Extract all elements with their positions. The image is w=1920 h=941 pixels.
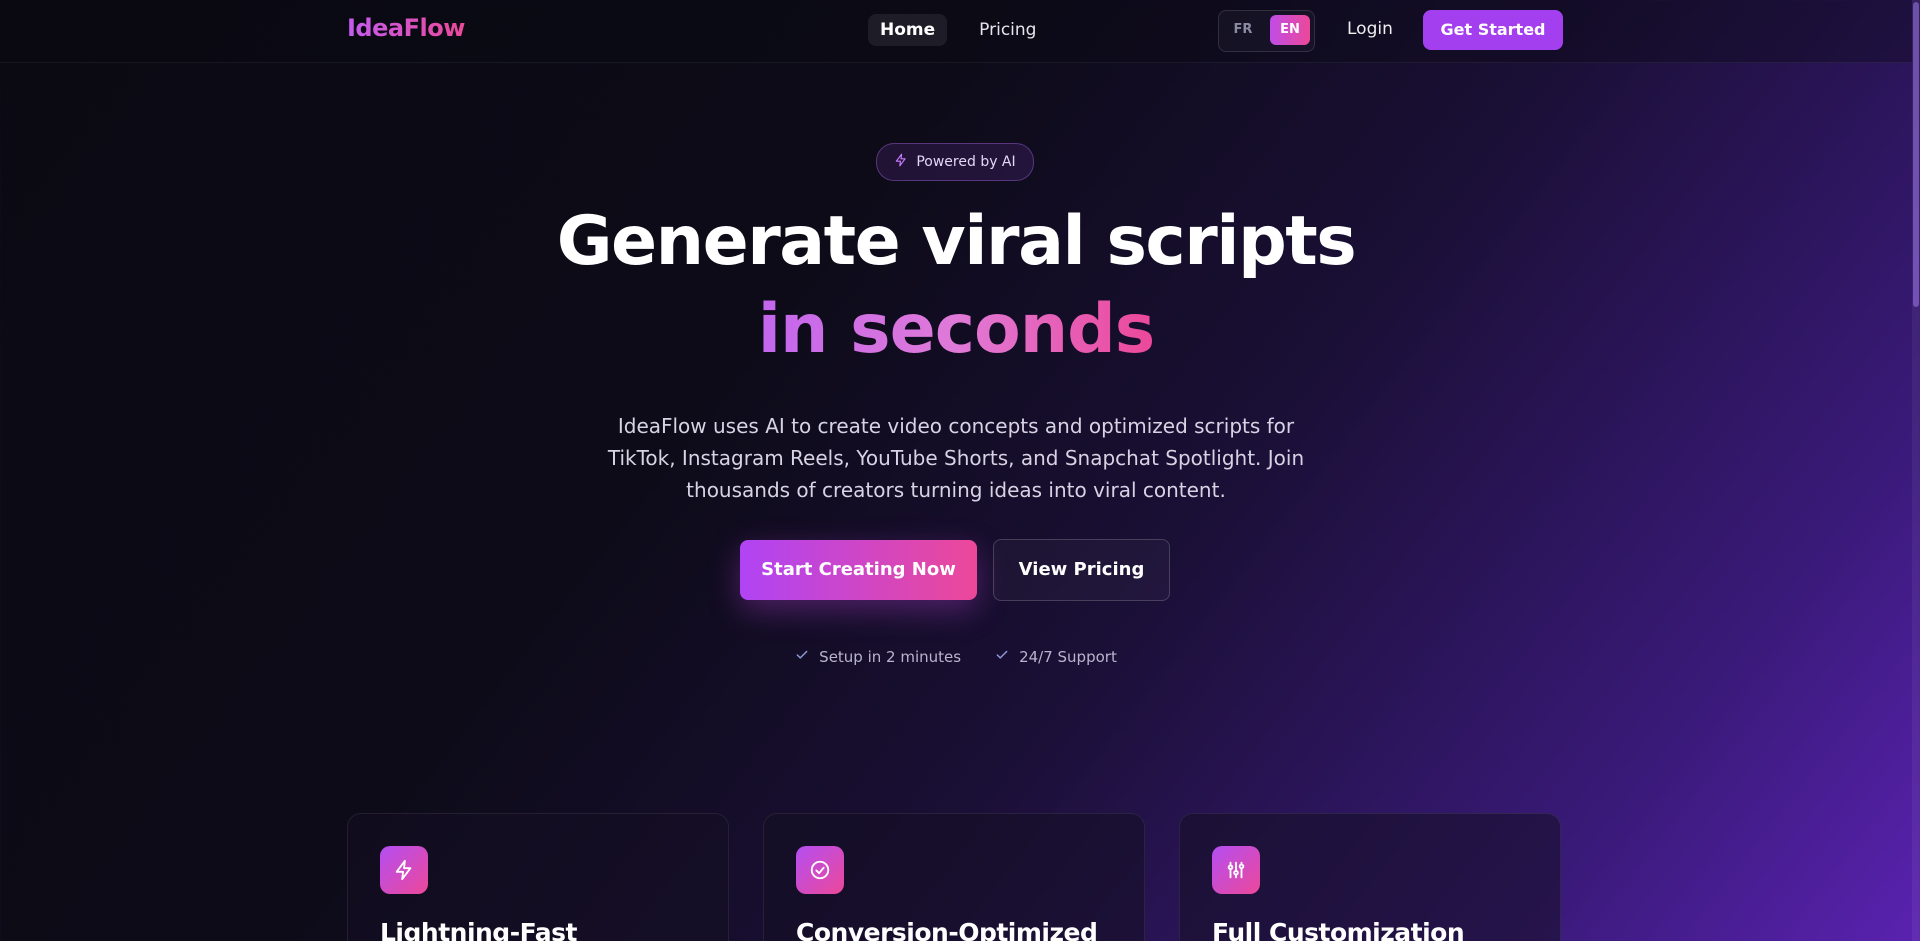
hero-headline: Generate viral scripts [556, 202, 1357, 281]
view-pricing-button[interactable]: View Pricing [993, 539, 1170, 601]
checkmark-icon [995, 648, 1009, 666]
language-fr-button[interactable]: FR [1223, 15, 1263, 45]
check-item-setup: Setup in 2 minutes [795, 648, 961, 666]
main-nav: Home Pricing [868, 14, 1048, 46]
check-item-support: 24/7 Support [995, 648, 1117, 666]
badge-label: Powered by AI [916, 154, 1016, 170]
feature-card-customization: Full Customization [1179, 813, 1561, 941]
feature-card-lightning: Lightning-Fast [347, 813, 729, 941]
lightning-icon [380, 846, 428, 894]
scrollbar-thumb[interactable] [1913, 2, 1919, 307]
checkmark-icon [795, 648, 809, 666]
language-en-button[interactable]: EN [1270, 15, 1310, 45]
start-creating-button[interactable]: Start Creating Now [740, 540, 977, 600]
check-circle-icon [796, 846, 844, 894]
login-link[interactable]: Login [1347, 19, 1393, 39]
hero-checks: Setup in 2 minutes 24/7 Support [0, 648, 1912, 666]
logo[interactable]: IdeaFlow [347, 14, 465, 42]
check-label: Setup in 2 minutes [819, 648, 962, 666]
feature-title: Conversion-Optimized [796, 918, 1098, 941]
feature-card-conversion: Conversion-Optimized [763, 813, 1145, 941]
hero-description: IdeaFlow uses AI to create video concept… [607, 414, 1305, 502]
language-switcher: FR EN [1218, 10, 1315, 52]
powered-by-badge: Powered by AI [876, 143, 1034, 181]
feature-title: Lightning-Fast [380, 918, 577, 941]
feature-title: Full Customization [1212, 918, 1465, 941]
headline-accent-text: in seconds [757, 290, 1156, 369]
nav-home-link[interactable]: Home [868, 14, 948, 46]
top-navbar: IdeaFlow Home Pricing FR EN Login Get St… [0, 0, 1912, 63]
sliders-icon [1212, 846, 1260, 894]
hero-headline-accent: in seconds [0, 290, 1912, 369]
page-scrollbar[interactable] [1912, 0, 1920, 941]
get-started-button[interactable]: Get Started [1423, 10, 1563, 50]
lightning-icon [894, 153, 908, 171]
check-label: 24/7 Support [1019, 648, 1117, 666]
nav-pricing-link[interactable]: Pricing [967, 14, 1048, 46]
